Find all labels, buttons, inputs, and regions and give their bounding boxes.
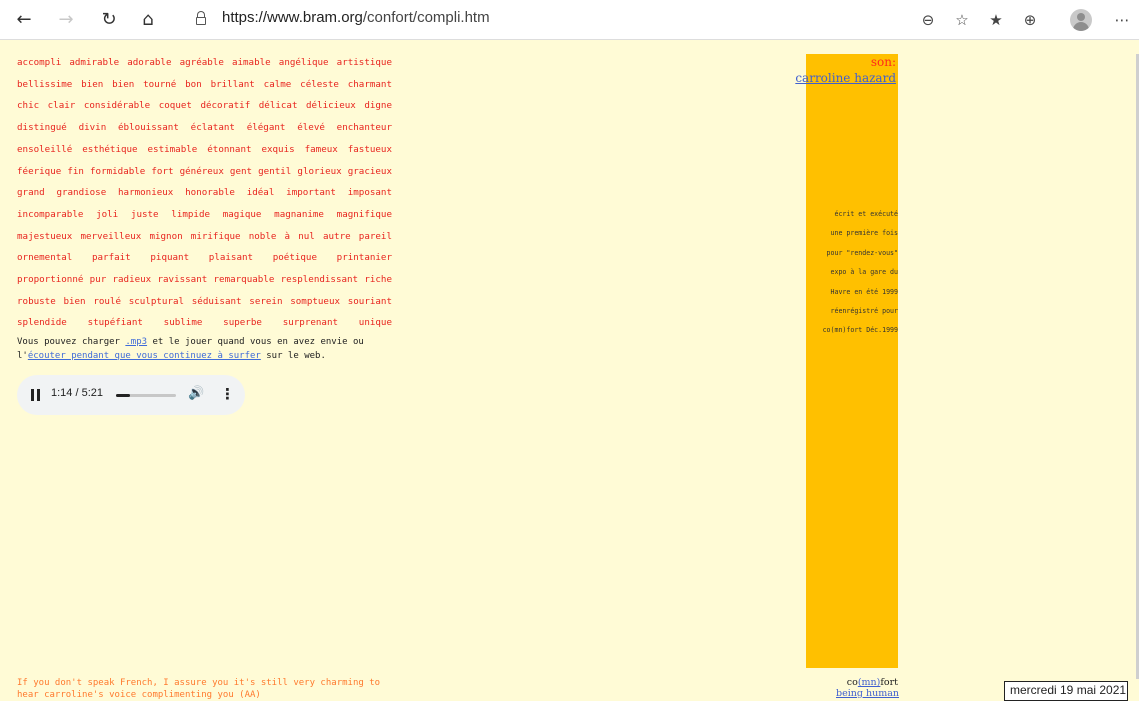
credit-line: co(mn)fort Déc.1999 <box>822 326 898 335</box>
home-icon[interactable]: ⌂ <box>136 8 160 32</box>
forward-icon[interactable]: → <box>54 8 78 32</box>
lock-icon[interactable] <box>196 11 206 25</box>
compliment-words: accompli admirable adorable agréable aim… <box>17 52 392 334</box>
word-line: robuste bien roulé sculptural séduisant … <box>17 295 392 307</box>
credits-column: son: carroline hazard écrit et exécuté un… <box>795 54 898 668</box>
credit-line: réenrégistré pour <box>830 307 899 316</box>
credit-line: Havre en été 1999 <box>830 287 899 296</box>
word-line: ornemental parfait piquant plaisant poét… <box>17 252 392 264</box>
son-label: son: <box>870 55 896 69</box>
english-note: If you don't speak French, I assure you … <box>17 678 381 700</box>
word-line: grand grandiose harmonieux honorable idé… <box>17 187 392 199</box>
author-link[interactable]: carroline hazard <box>795 71 896 85</box>
word-line: distingué divin éblouissant éclatant élé… <box>17 122 392 134</box>
profile-icon[interactable] <box>1070 9 1092 31</box>
more-vertical-icon[interactable]: ⋮ <box>220 385 235 403</box>
player-time: 1:14 / 5:21 <box>51 387 103 399</box>
word-line: accompli admirable adorable agréable aim… <box>17 57 392 68</box>
listen-link[interactable]: écouter pendant que vous continuez à sur… <box>28 351 261 361</box>
mp3-link[interactable]: .mp3 <box>125 337 147 347</box>
word-line: proportionné pur radieux ravissant remar… <box>17 274 392 286</box>
word-line: ensoleillé esthétique estimable étonnant… <box>17 143 392 155</box>
download-paragraph: Vous pouvez charger .mp3 et le jouer qua… <box>17 337 364 361</box>
word-line: bellissime bien bien tourné bon brillant… <box>17 78 392 90</box>
seek-progress <box>116 394 130 397</box>
collections-icon[interactable]: ⊕ <box>1020 10 1040 30</box>
credit-line: expo à la gare du <box>830 268 899 277</box>
browser-toolbar: ← → ↻ ⌂ https://www.bram.org/confort/com… <box>0 0 1139 40</box>
seek-slider[interactable] <box>116 394 176 397</box>
being-human-link[interactable]: being human <box>836 688 899 699</box>
word-line: majestueux merveilleux mignon mirifique … <box>17 230 392 242</box>
pause-icon[interactable] <box>31 389 42 401</box>
audio-player: 1:14 / 5:21 🔊 ⋮ <box>17 375 245 415</box>
address-bar[interactable]: https://www.bram.org/confort/compli.htm <box>176 5 886 35</box>
add-favorite-icon[interactable]: ☆ <box>952 10 972 30</box>
mn-link[interactable]: (mn) <box>858 677 881 688</box>
comnfort-link-line: co(mn)fort <box>846 677 898 688</box>
word-line: chic clair considérable coquet décoratif… <box>17 100 392 112</box>
url-text[interactable]: https://www.bram.org/confort/compli.htm <box>222 9 490 26</box>
date-field: mercredi 19 mai 2021 <box>1004 681 1128 701</box>
volume-icon[interactable]: 🔊 <box>188 386 204 401</box>
word-line: féerique fin formidable fort généreux ge… <box>17 165 392 177</box>
more-icon[interactable]: ⋯ <box>1112 10 1132 30</box>
zoom-icon[interactable]: ⊖ <box>918 10 938 30</box>
credits-text: écrit et exécuté une première fois pour "r… <box>806 205 898 341</box>
favorites-icon[interactable]: ★ <box>986 10 1006 30</box>
credit-line: pour "rendez-vous" <box>826 248 898 257</box>
word-line: splendide stupéfiant sublime superbe sur… <box>17 317 392 329</box>
refresh-icon[interactable]: ↻ <box>97 8 121 32</box>
word-line: incomparable joli juste limpide magique … <box>17 208 392 220</box>
credit-line: une première fois <box>830 229 899 238</box>
back-icon[interactable]: ← <box>12 8 36 32</box>
credit-line: écrit et exécuté <box>834 210 898 218</box>
